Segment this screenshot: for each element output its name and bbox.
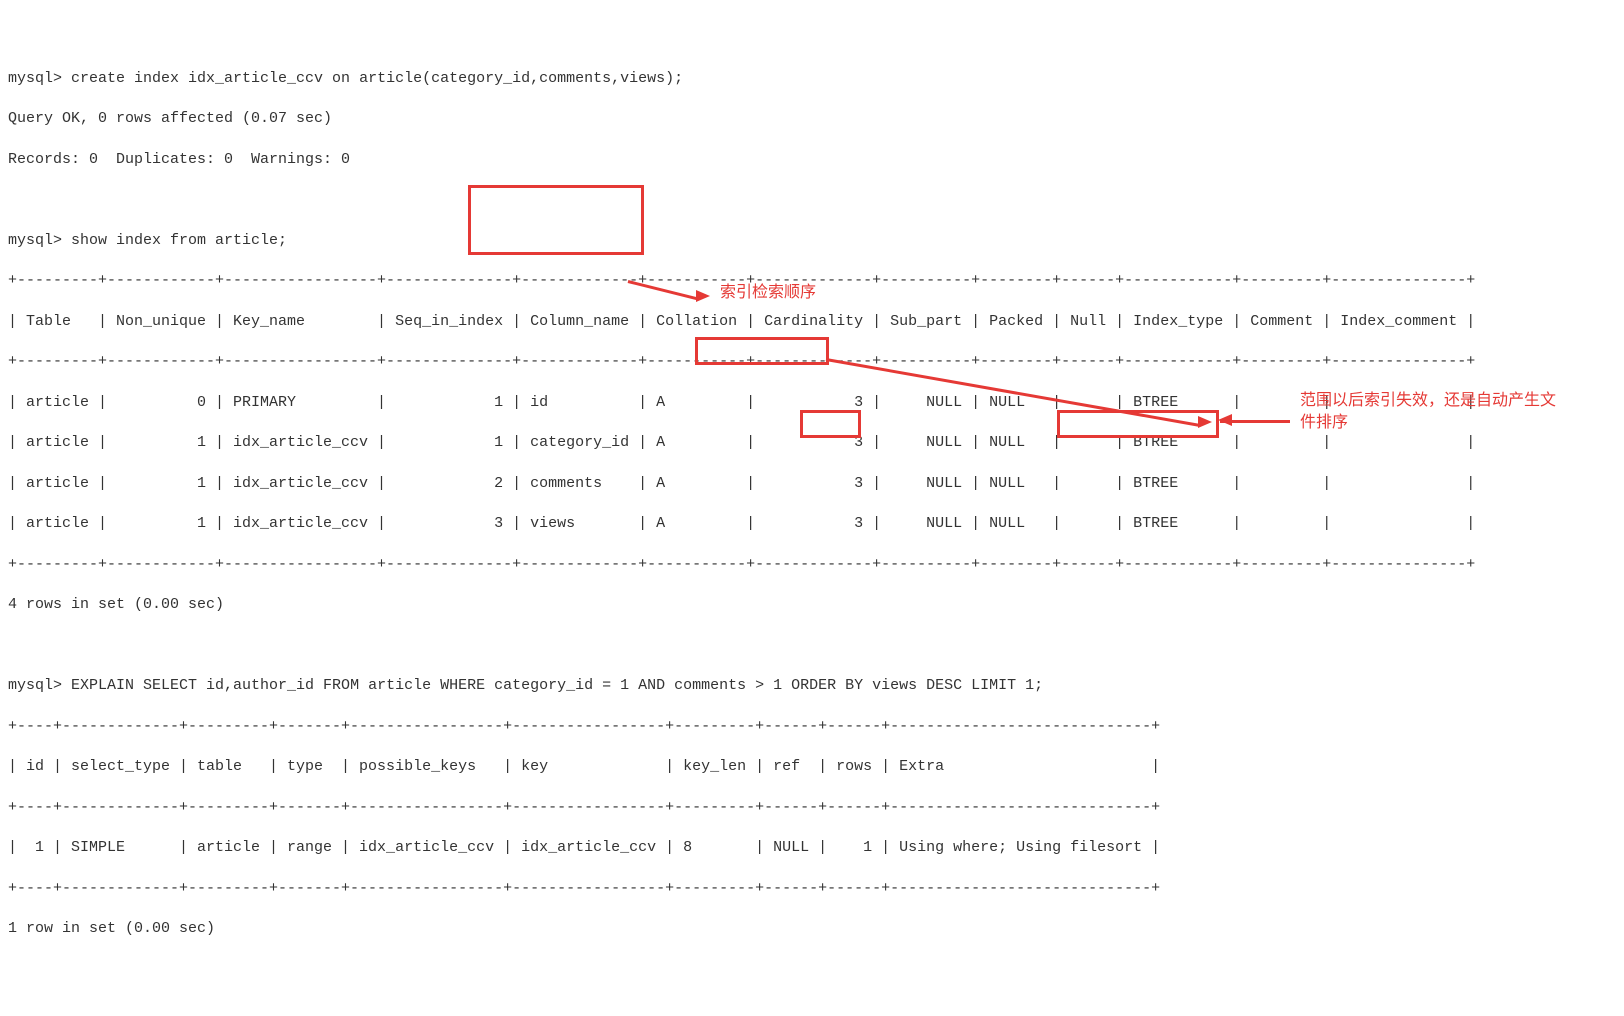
annotation-text: 索引检索顺序 [720,282,816,304]
terminal-line: 1 row in set (0.00 sec) [8,919,1616,939]
terminal-line: mysql> show index from article; [8,231,1616,251]
terminal-line: Query OK, 0 rows affected (0.07 sec) [8,109,1616,129]
terminal-line [8,636,1616,656]
table-separator: +----+-------------+---------+-------+--… [8,798,1616,818]
table-row: | 1 | SIMPLE | article | range | idx_art… [8,838,1616,858]
table-separator: +---------+------------+----------------… [8,555,1616,575]
table-row: | article | 1 | idx_article_ccv | 2 | co… [8,474,1616,494]
annotation-text: 范围以后索引失效，还是自动产生文件排序 [1300,390,1560,435]
table-row: | article | 1 | idx_article_ccv | 1 | ca… [8,433,1616,453]
table-header: | Table | Non_unique | Key_name | Seq_in… [8,312,1616,332]
table-separator: +----+-------------+---------+-------+--… [8,717,1616,737]
table-header: | id | select_type | table | type | poss… [8,757,1616,777]
terminal-line: mysql> create index idx_article_ccv on a… [8,69,1616,89]
annotation-arrow [1220,420,1290,423]
terminal-line: mysql> EXPLAIN SELECT id,author_id FROM … [8,676,1616,696]
terminal-line [8,190,1616,210]
table-row: | article | 1 | idx_article_ccv | 3 | vi… [8,514,1616,534]
arrow-head-icon [1218,414,1232,426]
arrow-head-icon [1198,416,1212,428]
terminal-line: 4 rows in set (0.00 sec) [8,595,1616,615]
arrow-head-icon [696,290,710,302]
terminal-line: Records: 0 Duplicates: 0 Warnings: 0 [8,150,1616,170]
table-separator: +---------+------------+----------------… [8,352,1616,372]
table-separator: +----+-------------+---------+-------+--… [8,879,1616,899]
